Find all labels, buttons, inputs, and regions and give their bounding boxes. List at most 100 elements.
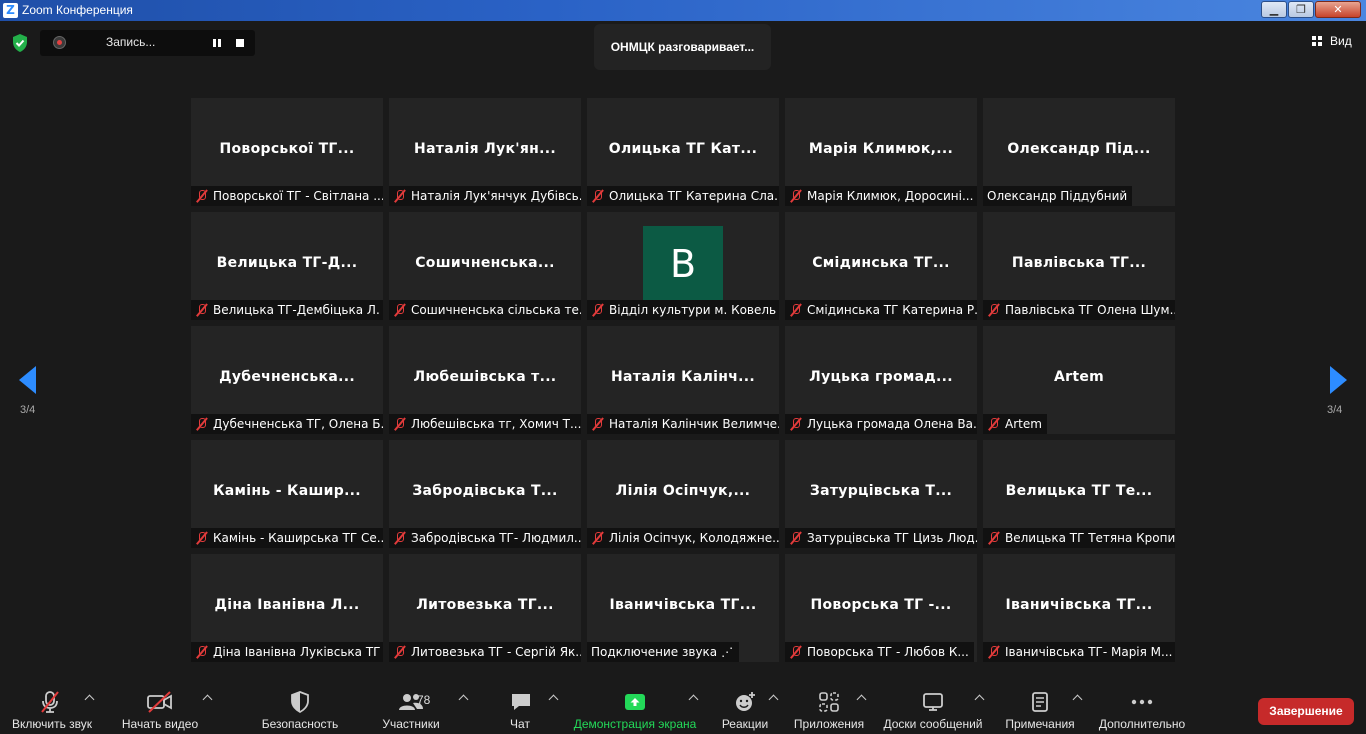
security-shield-icon <box>291 691 309 714</box>
participants-options-chevron-icon[interactable] <box>458 694 469 705</box>
participant-caption-text: Відділ культури м. Ковель <box>609 303 777 317</box>
participant-tile[interactable]: Наталія Лук'ян... Наталія Лук'янчук Дубів… <box>389 98 581 206</box>
participant-name: Поворської ТГ... <box>219 141 355 157</box>
participant-tile[interactable]: Марія Климюк,... Марія Климюк, Доросині..… <box>785 98 977 206</box>
security-button[interactable]: Безопасность <box>254 682 346 734</box>
encryption-shield-icon[interactable] <box>10 33 30 53</box>
participant-tile[interactable]: Павлівська ТГ... Павлівська ТГ Олена Шум.… <box>983 212 1175 320</box>
participant-tile[interactable]: Литовезька ТГ... Литовезька ТГ - Сергій Я… <box>389 554 581 662</box>
reactions-label: Реакции <box>721 717 769 731</box>
participant-caption: Діна Іванівна Луківська ТГ <box>191 642 383 662</box>
participant-caption: Подключение звука ⋰ <box>587 642 740 662</box>
participant-caption: Наталія Калінчик Велимче... <box>587 414 779 434</box>
more-button[interactable]: Дополнительно <box>1094 682 1190 734</box>
participant-tile[interactable]: Луцька громад... Луцька громада Олена Ва.… <box>785 326 977 434</box>
reactions-button[interactable]: Реакции <box>716 682 774 734</box>
participant-caption-text: Камінь - Каширська ТГ Се... <box>213 531 383 545</box>
previous-page-arrow-icon[interactable] <box>19 366 36 394</box>
participant-tile[interactable]: Іваничівська ТГ... Іваничівська ТГ- Марія… <box>983 554 1175 662</box>
mic-muted-icon <box>789 645 802 659</box>
participant-name: Наталія Лук'ян... <box>414 141 556 157</box>
start-video-button[interactable]: Начать видео <box>112 682 208 734</box>
participant-tile[interactable]: Смідинська ТГ... Смідинська ТГ Катерина Р… <box>785 212 977 320</box>
participants-count: 78 <box>417 693 431 707</box>
stop-recording-button[interactable] <box>236 39 244 47</box>
apps-button[interactable]: Приложения <box>790 682 868 734</box>
participant-caption: Смідинська ТГ Катерина Р... <box>785 300 977 320</box>
mic-muted-icon <box>591 417 604 431</box>
mic-muted-icon <box>195 645 208 659</box>
participant-tile[interactable]: Діна Іванівна Л... Діна Іванівна Луківськ… <box>191 554 383 662</box>
next-page-arrow-icon[interactable] <box>1330 366 1347 394</box>
share-screen-button[interactable]: Демонстрация экрана <box>570 682 700 734</box>
pause-recording-button[interactable] <box>210 36 224 50</box>
participant-caption: Затурцівська ТГ Цизь Люд... <box>785 528 977 548</box>
participant-tile[interactable]: Велицька ТГ Те... Велицька ТГ Тетяна Кроп… <box>983 440 1175 548</box>
more-dots-icon <box>1131 699 1153 705</box>
participant-caption: Павлівська ТГ Олена Шум... <box>983 300 1175 320</box>
apps-label: Приложения <box>793 717 865 731</box>
participant-tile[interactable]: Камінь - Кашир... Камінь - Каширська ТГ С… <box>191 440 383 548</box>
participant-tile[interactable]: Сошичненська... Сошичненська сільська те.… <box>389 212 581 320</box>
recording-indicator: Запись... <box>40 30 255 56</box>
participant-tile[interactable]: Олександр Під... Олександр Піддубний <box>983 98 1175 206</box>
mic-muted-icon <box>393 645 406 659</box>
chat-button[interactable]: Чат <box>496 682 544 734</box>
unmute-button[interactable]: Включить звук <box>0 682 104 734</box>
participant-tile[interactable]: Лілія Осіпчук,... Лілія Осіпчук, Колодяжн… <box>587 440 779 548</box>
participant-tile[interactable]: Поворська ТГ -... Поворська ТГ - Любов К.… <box>785 554 977 662</box>
participant-caption-text: Поворська ТГ - Любов К... <box>807 645 969 659</box>
participant-name: Лілія Осіпчук,... <box>615 483 751 499</box>
participant-tile[interactable]: Іваничівська ТГ... Подключение звука ⋰ <box>587 554 779 662</box>
participant-caption: Любешівська тг, Хомич Т... <box>389 414 581 434</box>
participant-caption-text: Іваничівська ТГ- Марія М... <box>1005 645 1173 659</box>
participant-caption: Марія Климюк, Доросині... <box>785 186 977 206</box>
mic-muted-icon <box>789 303 802 317</box>
unmute-label: Включить звук <box>11 717 93 731</box>
participant-caption-text: Подключение звука <box>591 645 718 659</box>
participant-tile[interactable]: Любешівська т... Любешівська тг, Хомич Т.… <box>389 326 581 434</box>
participant-caption: Поворської ТГ - Світлана ... <box>191 186 383 206</box>
participant-caption: Дубечненська ТГ, Олена Б... <box>191 414 383 434</box>
share-screen-icon <box>625 694 645 710</box>
mic-muted-icon <box>393 531 406 545</box>
participant-caption-text: Наталія Калінчик Велимче... <box>609 417 779 431</box>
participant-tile[interactable]: Artem Artem <box>983 326 1175 434</box>
participant-caption-text: Затурцівська ТГ Цизь Люд... <box>807 531 977 545</box>
participant-caption: Поворська ТГ - Любов К... <box>785 642 974 662</box>
mic-muted-icon <box>41 691 59 713</box>
participant-tile[interactable]: Поворської ТГ... Поворської ТГ - Світлана… <box>191 98 383 206</box>
chat-options-chevron-icon[interactable] <box>548 694 559 705</box>
maximize-button[interactable]: ❐ <box>1288 1 1314 18</box>
participant-tile[interactable]: Олицька ТГ Кат... Олицька ТГ Катерина Сла… <box>587 98 779 206</box>
end-meeting-button[interactable]: Завершение <box>1258 698 1354 725</box>
close-window-button[interactable]: ✕ <box>1315 1 1361 18</box>
participant-tile[interactable]: Наталія Калінч... Наталія Калінчик Велимч… <box>587 326 779 434</box>
participant-caption-text: Велицька ТГ Тетяна Кропи... <box>1005 531 1175 545</box>
participant-caption-text: Любешівська тг, Хомич Т... <box>411 417 581 431</box>
participant-name: Artem <box>1053 369 1104 385</box>
participant-caption-text: Наталія Лук'янчук Дубівсь... <box>411 189 581 203</box>
participant-tile[interactable]: Затурцівська Т... Затурцівська ТГ Цизь Лю… <box>785 440 977 548</box>
notes-button[interactable]: Примечания <box>998 682 1082 734</box>
participant-caption: Наталія Лук'янчук Дубівсь... <box>389 186 581 206</box>
participant-tile[interactable]: Забродівська Т... Забродівська ТГ- Людмил… <box>389 440 581 548</box>
title-bar: Z Zoom Конференция ▁ ❐ ✕ <box>0 0 1366 21</box>
security-label: Безопасность <box>261 717 339 731</box>
participant-name: Олександр Під... <box>1007 141 1151 157</box>
participant-name: Іваничівська ТГ... <box>609 597 757 613</box>
whiteboards-button[interactable]: Доски сообщений <box>878 682 988 734</box>
mic-muted-icon <box>393 303 406 317</box>
participants-button[interactable]: 78 Участники <box>372 682 450 734</box>
participant-name: Дубечненська... <box>219 369 355 385</box>
participant-name: Затурцівська Т... <box>809 483 953 499</box>
participant-name: Діна Іванівна Л... <box>214 597 360 613</box>
mic-muted-icon <box>195 417 208 431</box>
participant-caption-text: Олександр Піддубний <box>987 189 1128 203</box>
participant-tile[interactable]: Велицька ТГ-Д... Велицька ТГ-Дембіцька Л. <box>191 212 383 320</box>
mic-muted-icon <box>789 531 802 545</box>
minimize-button[interactable]: ▁ <box>1261 1 1287 18</box>
participant-tile[interactable]: B Відділ культури м. Ковель <box>587 212 779 320</box>
apps-icon <box>819 692 839 712</box>
participant-tile[interactable]: Дубечненська... Дубечненська ТГ, Олена Б.… <box>191 326 383 434</box>
